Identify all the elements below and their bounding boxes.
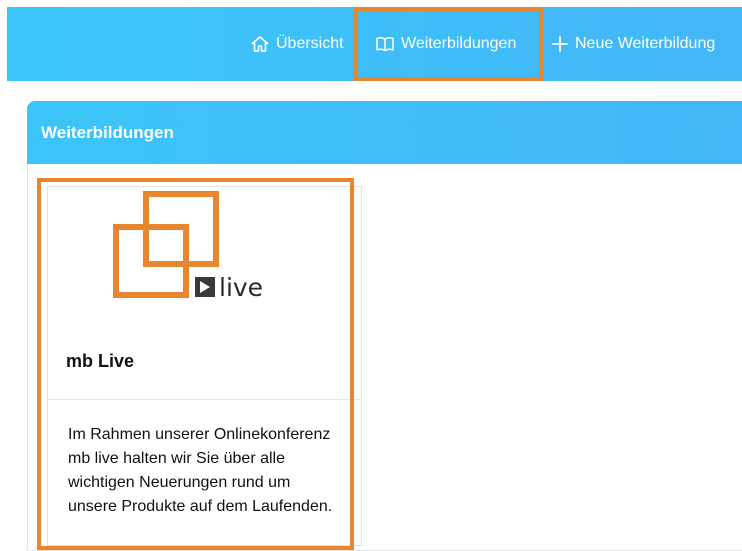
nav-item-new-course[interactable]: Neue Weiterbildung	[551, 7, 715, 81]
card-highlight-frame	[37, 178, 354, 550]
nav-item-overview[interactable]: Übersicht	[250, 7, 344, 81]
home-icon	[251, 36, 269, 52]
courses-panel-header: Weiterbildungen	[27, 101, 742, 164]
plus-icon	[552, 36, 568, 52]
nav-item-new-course-label: Neue Weiterbildung	[575, 35, 716, 52]
nav-item-overview-label: Übersicht	[276, 35, 344, 52]
panel-title: Weiterbildungen	[41, 122, 174, 142]
nav-highlight-frame	[354, 7, 543, 81]
